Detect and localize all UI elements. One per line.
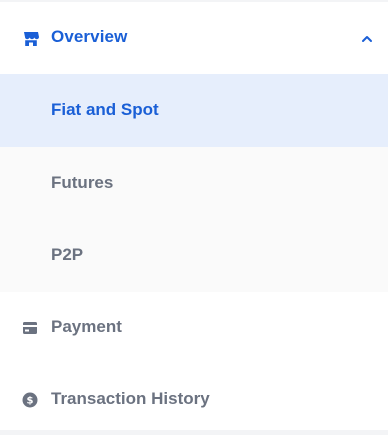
section-title: Overview (51, 27, 128, 46)
payment-card-icon (22, 320, 38, 336)
chevron-up-icon[interactable] (360, 32, 374, 46)
sidebar-section-overview[interactable]: Overview (0, 2, 388, 74)
submenu-item-fiat-and-spot[interactable]: Fiat and Spot (0, 74, 388, 147)
dollar-coin-icon: $ (22, 392, 38, 408)
overview-submenu: Fiat and Spot Futures P2P (0, 74, 388, 292)
sidebar-item-transaction-history[interactable]: $ Transaction History (0, 364, 388, 435)
submenu-item-p2p[interactable]: P2P (0, 219, 388, 292)
store-icon (22, 30, 40, 48)
submenu-item-label: P2P (51, 245, 84, 264)
submenu-item-futures[interactable]: Futures (0, 147, 388, 220)
submenu-item-label: Fiat and Spot (51, 100, 159, 119)
sidebar-item-label: Transaction History (51, 389, 210, 408)
sidebar-nav: Overview Fiat and Spot Futures P2P Payme… (0, 0, 388, 435)
submenu-item-label: Futures (51, 173, 114, 192)
sidebar-item-label: Payment (51, 317, 122, 336)
svg-text:$: $ (27, 396, 34, 407)
sidebar-item-payment[interactable]: Payment (0, 292, 388, 364)
divider (0, 430, 388, 435)
